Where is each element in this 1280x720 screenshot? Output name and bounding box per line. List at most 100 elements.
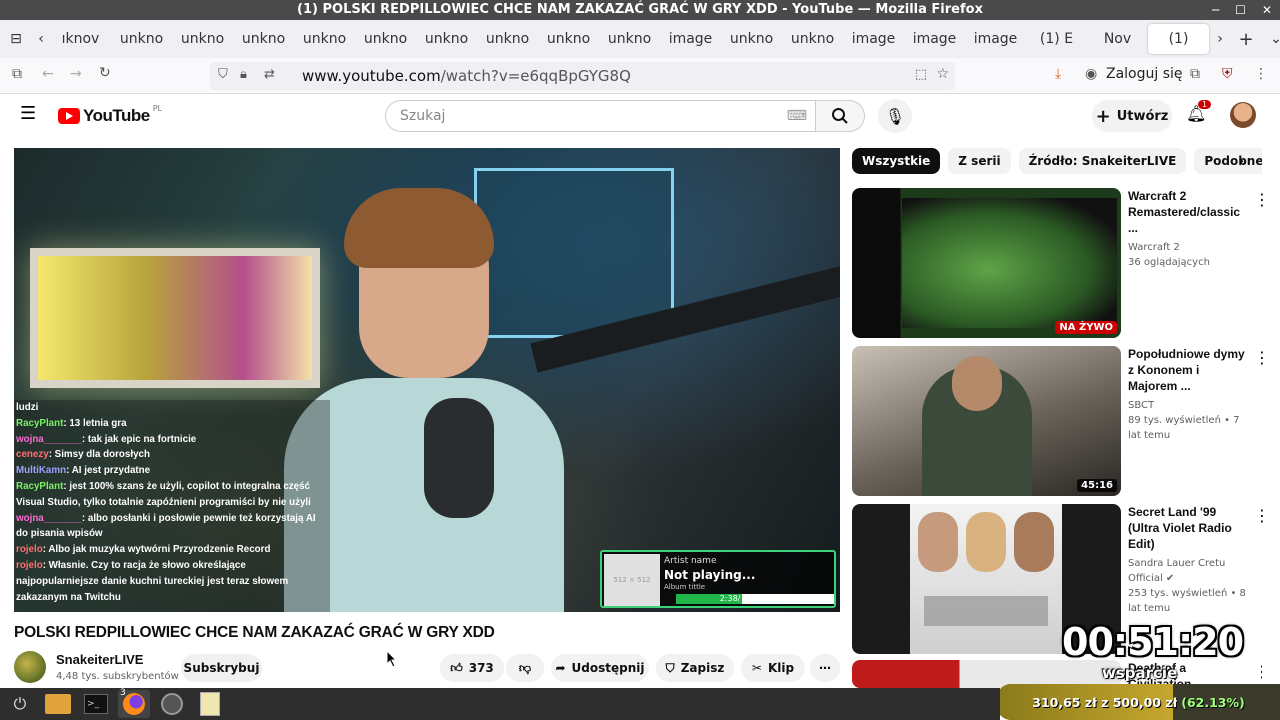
- firefox-taskbar-icon[interactable]: 3: [118, 688, 150, 718]
- chat-message: wojna_______: albo posłanki i posłowie p…: [16, 512, 316, 524]
- donation-goal-text: 310,65 zł z 500,00 zł (62.13%): [997, 684, 1280, 720]
- text-editor-icon[interactable]: [194, 690, 226, 718]
- recommendation-title[interactable]: Warcraft 2 Remastered/classic ...: [1128, 188, 1246, 236]
- dislike-button[interactable]: 👎︎: [506, 654, 544, 682]
- reload-icon[interactable]: ↻: [99, 65, 111, 81]
- more-vertical-icon[interactable]: ⋮: [1254, 662, 1262, 681]
- tab-list-icon[interactable]: ⌄: [1261, 24, 1280, 54]
- window-controls: ─ ☐ ✕: [1212, 0, 1272, 20]
- browser-tab[interactable]: image: [965, 24, 1026, 54]
- account-icon[interactable]: ◉: [1085, 66, 1097, 82]
- recommendation-title[interactable]: Popołudniowe dymy z Kononem i Majorem ..…: [1128, 346, 1246, 394]
- browser-tab[interactable]: unkno: [599, 24, 660, 54]
- browser-tab[interactable]: ıknov: [50, 24, 111, 54]
- search-button[interactable]: [815, 100, 865, 132]
- filter-chip[interactable]: Z serii: [948, 148, 1011, 174]
- browser-tab[interactable]: unkno: [355, 24, 416, 54]
- browser-tab[interactable]: image: [660, 24, 721, 54]
- browser-tab[interactable]: image: [904, 24, 965, 54]
- lock-icon[interactable]: 🔒︎: [240, 67, 247, 82]
- voice-search-button[interactable]: 🎙︎: [878, 99, 912, 133]
- recommendation-item[interactable]: 45:16 Popołudniowe dymy z Kononem i Majo…: [852, 346, 1270, 496]
- screenshot-icon[interactable]: ⬚: [915, 67, 927, 82]
- youtube-logo[interactable]: YouTube PL: [58, 104, 162, 126]
- browser-tab[interactable]: unkno: [172, 24, 233, 54]
- video-thumbnail[interactable]: NA ŻYWO: [852, 188, 1121, 338]
- sidebar-icon[interactable]: ⧉: [12, 66, 22, 82]
- thumbnail-portrait: [966, 512, 1006, 572]
- ublock-icon[interactable]: ⛨: [1222, 66, 1233, 82]
- forward-icon[interactable]: →: [70, 66, 82, 82]
- file-manager-icon[interactable]: [42, 690, 74, 718]
- recommendation-channel[interactable]: Warcraft 2: [1128, 240, 1246, 255]
- tabs-scroll-left-icon[interactable]: ‹: [32, 24, 50, 54]
- chat-message: cenezy: Simsy dla dorosłych: [16, 449, 150, 461]
- maximize-icon[interactable]: ☐: [1235, 0, 1246, 20]
- hamburger-menu-icon[interactable]: ☰: [20, 103, 36, 124]
- browser-tab[interactable]: unkno: [416, 24, 477, 54]
- permissions-icon[interactable]: ⇄: [264, 67, 275, 82]
- browser-tab[interactable]: (1) E: [1026, 24, 1087, 54]
- tab-overview-icon[interactable]: ⊟: [0, 24, 32, 54]
- more-actions-button[interactable]: ⋯: [810, 654, 840, 682]
- browser-tab[interactable]: unkno: [782, 24, 843, 54]
- more-vertical-icon[interactable]: ⋮: [1254, 506, 1270, 525]
- browser-tab[interactable]: unkno: [111, 24, 172, 54]
- browser-tab[interactable]: unkno: [233, 24, 294, 54]
- url-bar[interactable]: ⛉ 🔒︎ ⇄ www.youtube.com/watch?v=e6qqBpGYG…: [210, 62, 955, 90]
- terminal-icon[interactable]: >_: [80, 690, 112, 718]
- subscribe-button[interactable]: Subskrybuj: [181, 654, 262, 682]
- recommendation-channel[interactable]: SBCT: [1128, 398, 1246, 413]
- downloads-icon[interactable]: ⤓: [1055, 66, 1061, 82]
- browser-tab[interactable]: unkno: [538, 24, 599, 54]
- video-thumbnail[interactable]: 45:16: [852, 346, 1121, 496]
- tab-strip: ⊟ ‹ ıknov unkno unkno unkno unkno unkno unkno u…: [0, 20, 1280, 58]
- thumbnail-album-cover: [910, 504, 1062, 654]
- video-player[interactable]: ludzi RacyPlant: 13 letnia gra wojna______…: [14, 148, 840, 612]
- like-button[interactable]: 👍︎ 373: [440, 654, 504, 682]
- tabs-scroll-right-icon[interactable]: ›: [1209, 24, 1231, 54]
- window-titlebar: (1) POLSKI REDPILLOWIEC CHCE NAM ZAKAZAĆ…: [0, 0, 1280, 20]
- chat-message: ludzi: [16, 400, 328, 416]
- video-shelf: [474, 168, 674, 338]
- extensions-icon[interactable]: ⧉: [1190, 66, 1200, 82]
- browser-tab[interactable]: unkno: [477, 24, 538, 54]
- filter-chip[interactable]: Podobne: [1194, 148, 1262, 174]
- support-label: wsparcie: [1102, 664, 1178, 682]
- keyboard-icon[interactable]: ⌨: [787, 101, 807, 131]
- more-vertical-icon[interactable]: ⋮: [1254, 190, 1270, 209]
- save-button[interactable]: ⛉ Zapisz: [656, 654, 734, 682]
- new-tab-icon[interactable]: +: [1231, 24, 1261, 54]
- filter-chip[interactable]: Źródło: SnakeiterLIVE: [1018, 148, 1187, 174]
- close-icon[interactable]: ✕: [1262, 0, 1272, 20]
- menu-icon[interactable]: ⋮: [1254, 66, 1268, 82]
- bookmark-star-icon[interactable]: ☆: [936, 66, 949, 82]
- obs-icon[interactable]: [156, 690, 188, 718]
- create-button[interactable]: + Utwórz: [1092, 100, 1172, 132]
- like-count: 373: [468, 661, 494, 675]
- more-vertical-icon[interactable]: ⋮: [1254, 348, 1270, 367]
- browser-tab[interactable]: image: [843, 24, 904, 54]
- channel-name[interactable]: SnakeiterLIVE: [56, 652, 143, 667]
- login-link[interactable]: Zaloguj się: [1106, 66, 1183, 82]
- start-menu-icon[interactable]: ⏻: [4, 690, 36, 718]
- notifications-button[interactable]: 🔔︎ 1: [1186, 100, 1212, 123]
- channel-avatar[interactable]: [14, 651, 46, 683]
- recommendation-item[interactable]: NA ŻYWO Warcraft 2 Remastered/classic ..…: [852, 188, 1270, 338]
- browser-tab[interactable]: unkno: [721, 24, 782, 54]
- filter-chip[interactable]: Wszystkie: [852, 148, 941, 174]
- browser-tab[interactable]: (1): [1148, 24, 1209, 54]
- recommendation-channel[interactable]: Sandra Lauer Cretu Official ✔: [1128, 556, 1246, 586]
- clip-button[interactable]: ✂ Klip: [741, 654, 805, 682]
- minimize-icon[interactable]: ─: [1212, 0, 1219, 20]
- recommendation-title[interactable]: Secret Land '99 (Ultra Violet Radio Edit…: [1128, 504, 1246, 552]
- shield-icon[interactable]: ⛉: [218, 67, 228, 82]
- search-input[interactable]: Szukaj ⌨: [385, 100, 815, 132]
- chips-next-icon[interactable]: ›: [1238, 151, 1244, 170]
- share-button[interactable]: ➦ Udostępnij: [551, 654, 649, 682]
- browser-tab[interactable]: unkno: [294, 24, 355, 54]
- user-avatar[interactable]: [1230, 102, 1256, 128]
- browser-tab[interactable]: Nov: [1087, 24, 1148, 54]
- back-icon[interactable]: ←: [42, 66, 54, 82]
- channel-label: Sandra Lauer Cretu Official: [1128, 558, 1226, 584]
